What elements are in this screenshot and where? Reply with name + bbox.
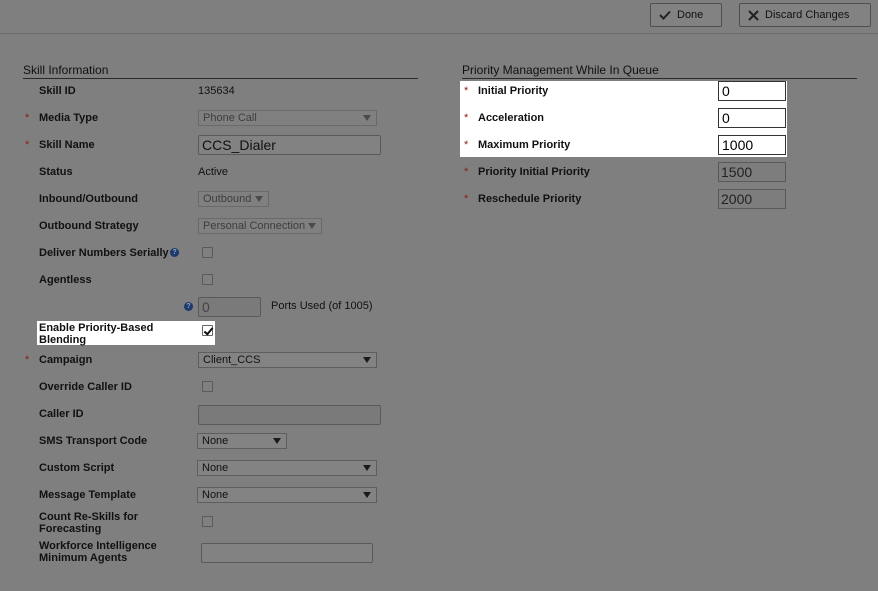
reschedule-priority-label: Reschedule Priority: [478, 193, 582, 205]
check-icon: [659, 10, 671, 20]
agentless-checkbox[interactable]: [202, 274, 213, 285]
required-mark: *: [25, 354, 30, 366]
message-template-value: None: [202, 489, 229, 501]
initial-priority-input[interactable]: 0: [718, 81, 786, 101]
required-mark: *: [464, 85, 469, 97]
reschedule-priority-input[interactable]: 2000: [718, 189, 786, 209]
custom-script-value: None: [202, 462, 229, 474]
campaign-label: Campaign: [39, 354, 93, 366]
required-mark: *: [464, 166, 469, 178]
x-icon: [748, 9, 759, 21]
override-caller-id-label: Override Caller ID: [39, 381, 132, 393]
required-mark: *: [464, 193, 469, 205]
ports-used-text: Ports Used (of 1005): [271, 300, 373, 312]
skill-id-value: 135634: [198, 85, 235, 97]
status-label: Status: [39, 166, 73, 178]
caller-id-label: Caller ID: [39, 408, 84, 420]
workforce-intelligence-label: Workforce Intelligence Minimum Agents: [39, 540, 157, 564]
status-value: Active: [198, 166, 228, 178]
chevron-down-icon: [363, 465, 371, 471]
initial-priority-label: Initial Priority: [478, 85, 549, 97]
sms-transport-code-label: SMS Transport Code: [39, 435, 148, 447]
message-template-label: Message Template: [39, 489, 137, 501]
ports-input[interactable]: 0: [198, 297, 261, 317]
media-type-label: Media Type: [39, 112, 99, 124]
required-mark: *: [25, 139, 30, 151]
chevron-down-icon: [363, 115, 371, 121]
required-mark: *: [25, 112, 30, 124]
discard-changes-button[interactable]: Discard Changes: [739, 3, 871, 27]
count-reskills-label: Count Re-Skills for Forecasting: [39, 511, 139, 535]
priority-management-title: Priority Management While In Queue: [462, 63, 857, 79]
discard-label: Discard Changes: [765, 9, 850, 21]
required-mark: *: [464, 112, 469, 124]
help-icon[interactable]: ?: [170, 248, 179, 257]
campaign-select[interactable]: Client_CCS: [198, 352, 377, 368]
media-type-select[interactable]: Phone Call: [198, 110, 377, 126]
done-button[interactable]: Done: [650, 3, 722, 27]
sms-transport-code-value: None: [202, 435, 229, 447]
workforce-intelligence-input[interactable]: [201, 543, 373, 563]
caller-id-input[interactable]: [198, 405, 381, 425]
toolbar: Done Discard Changes: [0, 0, 878, 34]
campaign-value: Client_CCS: [203, 354, 261, 366]
enable-priority-based-blending-label: Enable Priority-Based Blending: [39, 322, 154, 346]
skill-name-input[interactable]: CCS_Dialer: [198, 135, 381, 155]
acceleration-label: Acceleration: [478, 112, 545, 124]
acceleration-input[interactable]: 0: [718, 108, 786, 128]
chevron-down-icon: [255, 196, 263, 202]
message-template-select[interactable]: None: [197, 487, 377, 503]
chevron-down-icon: [308, 223, 316, 229]
skill-name-label: Skill Name: [39, 139, 95, 151]
done-label: Done: [677, 9, 704, 21]
media-type-value: Phone Call: [203, 112, 257, 124]
outbound-strategy-label: Outbound Strategy: [39, 220, 139, 232]
priority-initial-priority-input[interactable]: 1500: [718, 162, 786, 182]
deliver-numbers-serially-label: Deliver Numbers Serially: [39, 247, 169, 259]
maximum-priority-input[interactable]: 1000: [718, 135, 786, 155]
inbound-outbound-label: Inbound/Outbound: [39, 193, 138, 205]
custom-script-label: Custom Script: [39, 462, 115, 474]
maximum-priority-label: Maximum Priority: [478, 139, 571, 151]
outbound-strategy-select[interactable]: Personal Connection: [198, 218, 322, 234]
enable-priority-based-blending-checkbox[interactable]: [202, 325, 213, 336]
inbound-outbound-value: Outbound: [203, 193, 252, 205]
custom-script-select[interactable]: None: [197, 460, 377, 476]
skill-id-label: Skill ID: [39, 85, 76, 97]
outbound-strategy-value: Personal Connection: [203, 220, 306, 232]
sms-transport-code-select[interactable]: None: [197, 433, 287, 449]
agentless-label: Agentless: [39, 274, 92, 286]
help-icon[interactable]: ?: [184, 302, 193, 311]
skill-information-title: Skill Information: [23, 63, 418, 79]
chevron-down-icon: [273, 438, 281, 444]
inbound-outbound-select[interactable]: Outbound: [198, 191, 269, 207]
deliver-numbers-serially-checkbox[interactable]: [202, 247, 213, 258]
chevron-down-icon: [363, 492, 371, 498]
required-mark: *: [464, 139, 469, 151]
priority-initial-priority-label: Priority Initial Priority: [478, 166, 590, 178]
count-reskills-checkbox[interactable]: [202, 516, 213, 527]
override-caller-id-checkbox[interactable]: [202, 381, 213, 392]
chevron-down-icon: [363, 357, 371, 363]
